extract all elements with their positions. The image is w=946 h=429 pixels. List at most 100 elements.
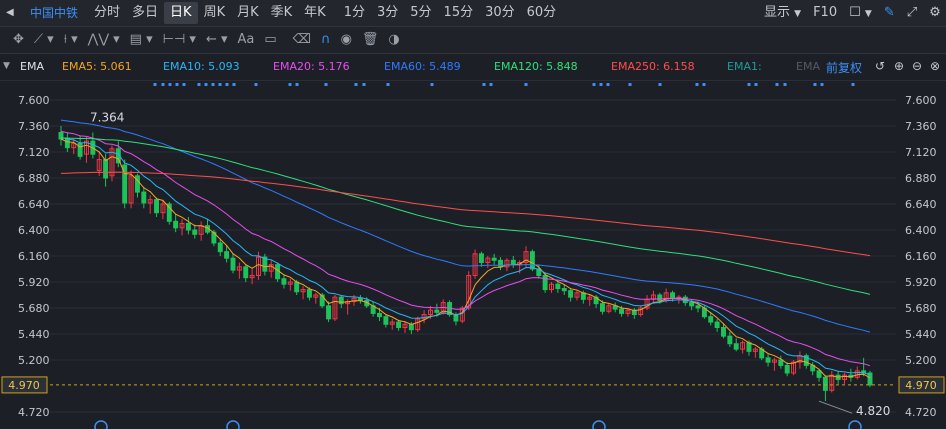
candle-body — [154, 199, 160, 214]
tab-niank[interactable]: 年K — [298, 2, 332, 24]
window-square-icon[interactable]: ☐ ▼ — [843, 2, 878, 24]
tab-1min[interactable]: 1分 — [338, 2, 371, 24]
candle-body — [657, 294, 663, 301]
tab-60min[interactable]: 60分 — [521, 2, 563, 24]
tab-15min[interactable]: 15分 — [438, 2, 480, 24]
candle — [778, 355, 784, 369]
candle — [612, 302, 618, 313]
fibonacci-icon[interactable]: ▤ ▾ — [125, 29, 158, 51]
event-marker — [747, 83, 751, 86]
candle-body — [306, 289, 312, 298]
adjust-mode[interactable]: 前复权 — [826, 59, 862, 76]
candle — [752, 347, 758, 358]
event-marker — [354, 83, 358, 86]
display-dropdown[interactable]: 显示 ▼ — [758, 2, 807, 24]
candle — [842, 373, 847, 384]
stock-name[interactable]: 中国中铁 — [24, 2, 84, 24]
event-marker — [386, 83, 390, 86]
candle-body — [434, 309, 440, 313]
candle — [383, 314, 389, 328]
candle-body — [77, 142, 83, 157]
arrow-left-icon[interactable]: ← ▾ — [201, 29, 233, 51]
candle-body — [816, 370, 822, 378]
remove-icon[interactable]: ⊖ — [912, 59, 922, 73]
event-marker — [168, 83, 172, 86]
ema-extra-label: EMA — [796, 60, 820, 73]
magnet-icon[interactable]: ∩ — [316, 29, 336, 51]
event-marker — [606, 83, 610, 86]
event-marker — [482, 83, 486, 86]
dropdown-arrow-icon[interactable]: ◀ — [0, 2, 20, 24]
candle — [205, 219, 210, 235]
y-tick-left: 5.920 — [18, 276, 50, 289]
eye-icon[interactable]: ◉ — [336, 29, 357, 51]
candle — [803, 353, 809, 369]
candle-body — [230, 257, 236, 271]
f10-button[interactable]: F10 — [807, 2, 843, 24]
indicator-name[interactable]: EMA — [20, 60, 44, 73]
candle — [185, 217, 191, 235]
event-marker — [225, 83, 229, 86]
tab-jik[interactable]: 季K — [265, 2, 299, 24]
candle — [491, 253, 497, 265]
tab-3min[interactable]: 3分 — [371, 2, 404, 24]
trend-line-icon[interactable]: ⟋ ▾ — [29, 29, 59, 51]
collapse-icon[interactable]: ▼ — [3, 61, 10, 71]
candle — [357, 295, 363, 304]
lock-toggle-icon[interactable]: ◑ — [383, 29, 404, 51]
fullscreen-icon[interactable]: ⤢ — [901, 2, 923, 24]
candle — [179, 219, 185, 236]
wave-tool-icon[interactable]: ⋀⋁ ▾ — [83, 29, 125, 51]
candle-body — [555, 283, 561, 290]
tab-30min[interactable]: 30分 — [479, 2, 521, 24]
pen-icon[interactable]: ✎ — [878, 2, 901, 24]
candle-body — [326, 305, 332, 320]
ema250-label: EMA250: 6.158 — [611, 60, 695, 73]
event-marker — [599, 83, 603, 86]
candle-body — [383, 316, 389, 325]
measure-icon[interactable]: ⊢⊣ ▾ — [158, 29, 201, 51]
undo-icon[interactable]: ↺ — [875, 59, 885, 73]
candle — [478, 251, 484, 267]
crosshair-icon[interactable]: ✥ — [8, 29, 29, 51]
comment-icon[interactable]: ▭ — [259, 29, 281, 51]
y-tick-right: 7.600 — [905, 94, 937, 107]
candle — [192, 224, 198, 239]
candle-body — [103, 159, 109, 179]
tab-5min[interactable]: 5分 — [404, 2, 437, 24]
candle — [733, 338, 739, 352]
tab-duori[interactable]: 多日 — [126, 2, 164, 24]
candlestick-chart[interactable]: 7.600 7.600 7.360 7.360 7.120 7.120 6.880 6.880… — [0, 81, 946, 429]
tab-fenshi[interactable]: 分时 — [88, 2, 126, 24]
event-marker — [820, 83, 824, 86]
display-label: 显示 — [764, 5, 791, 20]
candle — [829, 370, 835, 393]
gear-icon[interactable]: ⚙ — [923, 2, 946, 24]
candle — [243, 264, 249, 282]
candle — [154, 197, 160, 217]
tab-yuek[interactable]: 月K — [231, 2, 265, 24]
event-badge — [592, 420, 606, 429]
eraser-icon[interactable]: ⌫ — [288, 29, 316, 51]
event-marker — [658, 83, 662, 86]
candle — [740, 340, 746, 354]
candle — [217, 238, 223, 256]
add-icon[interactable]: ⊕ — [894, 59, 904, 73]
candle-body — [396, 321, 402, 328]
candle-body — [319, 294, 325, 307]
ema10-label: EMA10: 5.093 — [163, 60, 240, 73]
text-tool-icon[interactable]: Aa — [233, 29, 260, 51]
polyline-icon[interactable]: ⟊ ▾ — [59, 29, 83, 51]
candle — [287, 278, 293, 291]
candle-body — [568, 290, 574, 298]
candle — [268, 260, 274, 278]
candle-body — [670, 292, 676, 299]
drawing-toolbar: ✥ ⟋ ▾ ⟊ ▾ ⋀⋁ ▾ ▤ ▾ ⊢⊣ ▾ ← ▾ Aa ▭ ⌫ ∩ ◉ 🗑… — [0, 27, 946, 54]
trash-icon[interactable]: 🗑 — [357, 29, 384, 51]
tab-zhouk[interactable]: 周K — [198, 2, 232, 24]
tab-rik[interactable]: 日K — [164, 2, 198, 24]
ema5-label: EMA5: 5.061 — [62, 60, 132, 73]
candle — [822, 375, 828, 402]
close-icon[interactable]: ⊗ — [930, 59, 940, 73]
low-price-label: 4.820 — [856, 404, 890, 418]
